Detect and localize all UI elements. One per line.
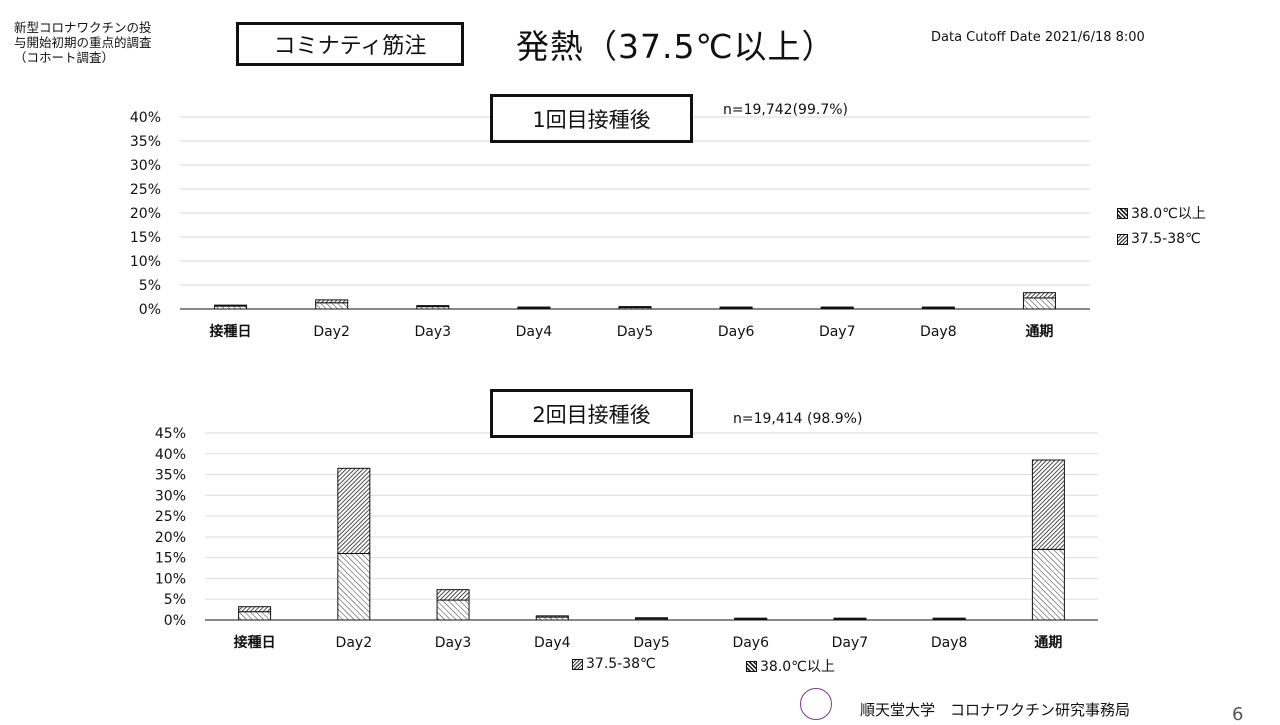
x-category-label: Day2 [313, 324, 350, 340]
bar-low [238, 611, 272, 621]
bar-high [932, 617, 966, 620]
chart-dose2: 0% 5% 10% 15% 20% 25% 30% 35% 40% 45% 接種日 Day2 Day3 D… [155, 426, 1098, 651]
y-tick-label: 15% [130, 230, 161, 246]
legend-label: 37.5-38℃ [586, 656, 656, 672]
chart-dose1-title-box: 1回目接種後 [490, 94, 693, 143]
bar-low [337, 553, 371, 621]
y-tick-label: 40% [155, 447, 186, 463]
y-tick-label: 5% [164, 592, 186, 608]
bar-high [315, 299, 349, 304]
x-category-label: Day2 [336, 635, 373, 651]
bar-high [1022, 292, 1056, 299]
y-tick-label: 35% [155, 468, 186, 484]
bar-high [820, 306, 854, 309]
hatch-swatch-icon [746, 660, 757, 672]
bar-low [315, 302, 349, 310]
chart-dose2-legend-high: 38.0℃以上 [746, 656, 835, 676]
x-category-label: Day6 [718, 324, 755, 340]
bar-high [833, 617, 867, 620]
chart-dose2-title: 2回目接種後 [532, 402, 651, 427]
y-tick-label: 0% [164, 613, 186, 629]
x-category-label: 接種日 [234, 634, 276, 651]
y-tick-label: 10% [130, 254, 161, 270]
x-category-label: Day4 [516, 324, 553, 340]
y-tick-label: 30% [130, 158, 161, 174]
x-category-label: 通期 [1034, 635, 1062, 651]
x-category-label: Day8 [931, 635, 968, 651]
y-tick-label: 30% [155, 488, 186, 504]
x-category-label: Day8 [920, 324, 957, 340]
y-tick-label: 5% [139, 278, 161, 294]
y-tick-label: 40% [130, 110, 161, 126]
x-category-label: 通期 [1025, 324, 1053, 340]
bar-high [436, 589, 470, 601]
legend-label: 38.0℃以上 [1131, 206, 1206, 222]
y-tick-label: 25% [155, 509, 186, 525]
chart-dose2-n-label: n=19,414 (98.9%) [733, 411, 863, 427]
bar-low [1031, 548, 1065, 621]
hatch-swatch-icon [572, 658, 583, 670]
bar-high [635, 617, 668, 620]
bar-high [337, 467, 371, 555]
y-tick-label: 20% [130, 206, 161, 222]
x-category-label: Day5 [617, 324, 654, 340]
bar-low [436, 599, 470, 621]
bar-high [535, 615, 569, 618]
bar-high [416, 305, 450, 308]
bar-high [238, 606, 272, 613]
chart-dose2-legend-low: 37.5-38℃ [572, 656, 656, 672]
x-category-label: Day4 [534, 635, 571, 651]
x-category-label: Day6 [732, 635, 769, 651]
bar-low [1022, 297, 1056, 310]
footer-institution: 順天堂大学 コロナワクチン研究事務局 [860, 701, 1131, 719]
hatch-swatch-icon [1117, 207, 1128, 219]
x-category-label: Day3 [414, 324, 451, 340]
y-tick-label: 0% [139, 302, 161, 318]
bar-high [719, 306, 753, 309]
y-tick-label: 20% [155, 530, 186, 546]
bar-high [618, 306, 652, 309]
legend-label: 37.5-38℃ [1131, 231, 1201, 247]
chart-dose1-title: 1回目接種後 [532, 107, 651, 132]
x-category-label: Day3 [435, 635, 472, 651]
x-category-label: Day5 [633, 635, 670, 651]
y-tick-label: 25% [130, 182, 161, 198]
chart-dose1-legend-high: 38.0℃以上 [1117, 203, 1206, 223]
y-tick-label: 15% [155, 551, 186, 567]
chart-dose1-legend-low: 37.5-38℃ [1117, 231, 1201, 247]
bar-high [214, 304, 248, 307]
chart-dose1: 0% 5% 10% 15% 20% 25% 30% 35% 40% 接種日 Day2 Day3 Day4… [130, 110, 1090, 340]
x-category-label: Day7 [819, 324, 856, 340]
university-logo-icon [800, 688, 832, 720]
page-number: 6 [1232, 704, 1244, 725]
x-category-label: Day7 [832, 635, 869, 651]
y-tick-label: 45% [155, 426, 186, 442]
bar-high [517, 306, 551, 309]
legend-label: 38.0℃以上 [760, 659, 835, 675]
bar-high [734, 617, 768, 620]
bar-high [921, 306, 955, 309]
hatch-swatch-icon [1117, 233, 1128, 245]
bar-high [1031, 459, 1065, 550]
chart-dose1-n-label: n=19,742(99.7%) [723, 102, 848, 118]
x-category-label: 接種日 [210, 323, 252, 340]
y-tick-label: 35% [130, 134, 161, 150]
y-tick-label: 10% [155, 571, 186, 587]
chart-dose2-title-box: 2回目接種後 [490, 389, 693, 438]
